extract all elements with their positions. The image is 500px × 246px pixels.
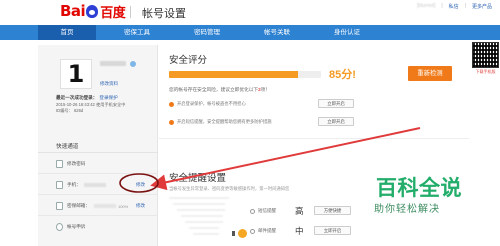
page-title: 帐号设置 bbox=[142, 8, 186, 20]
qr-code-panel[interactable]: 下载手机版 bbox=[472, 42, 499, 78]
quick-item-label: 密保邮箱： bbox=[67, 203, 90, 208]
recheck-button[interactable]: 重新检测 bbox=[408, 66, 452, 81]
reminder-label: 短信提醒 bbox=[258, 208, 276, 213]
divider bbox=[38, 215, 158, 216]
quick-item-email: 密保邮箱： 100% bbox=[56, 202, 128, 210]
score-value: 85分! bbox=[329, 69, 356, 81]
suggestion-text: 开启短信提醒，安全提醒帮助您拥有更多防护措施 bbox=[177, 119, 272, 124]
quick-item-phone: 手机： bbox=[56, 181, 106, 189]
phone-number-blurred bbox=[83, 183, 106, 187]
username-blurred bbox=[100, 61, 126, 66]
tab-identity[interactable]: 身份认证 bbox=[318, 25, 376, 40]
last-login-info: 最近一次成功登录： 登录保护 2015-10-26 16:43:42 使用手机安全… bbox=[56, 95, 156, 115]
suggestion-sms-alert: 开启短信提醒，安全提醒帮助您拥有更多防护措施 bbox=[169, 119, 272, 125]
tab-account-link[interactable]: 帐号关联 bbox=[248, 25, 306, 40]
marker-icon bbox=[232, 231, 235, 236]
radio-email[interactable] bbox=[250, 228, 255, 234]
score-progress-bar bbox=[169, 71, 321, 78]
edit-profile-link[interactable]: 修改资料 bbox=[100, 81, 155, 87]
reminder-label: 邮件提醒 bbox=[258, 228, 276, 233]
blurred-row bbox=[169, 197, 229, 199]
quick-item-appeal[interactable]: 帐号申诉 bbox=[56, 223, 85, 231]
watermark-title: 百科全说 bbox=[376, 176, 462, 200]
top-links: [blurred] | 私信 | 更多产品 bbox=[417, 3, 492, 10]
quick-item-label: 修改密码 bbox=[67, 161, 86, 166]
verified-icon bbox=[130, 61, 136, 67]
reminder-level-high: 高 bbox=[295, 206, 304, 216]
status-dot-icon bbox=[238, 229, 247, 238]
mail-icon bbox=[56, 202, 63, 210]
user-info: 修改资料 bbox=[100, 61, 155, 87]
reminder-title: 安全提醒设置 bbox=[169, 173, 227, 184]
reminder-row-sms: 短信提醒 bbox=[250, 208, 276, 214]
messages-link[interactable]: 私信 bbox=[449, 3, 459, 10]
section-divider bbox=[159, 138, 469, 139]
divider bbox=[38, 152, 158, 153]
logo-cn-text: 百度 bbox=[100, 5, 126, 21]
suggestion-text: 开启登录保护，帐号被盗也不用担心 bbox=[177, 101, 246, 106]
quick-item-label: 手机： bbox=[67, 182, 81, 187]
security-score-title: 安全评分 bbox=[169, 55, 208, 66]
change-phone-link[interactable]: 修改 bbox=[136, 182, 145, 188]
quick-access-title: 快速通道 bbox=[56, 144, 79, 150]
reminder-subtitle: 当帐号发生异常登录、密码变更等敏感操作时，第一时间通知您 bbox=[169, 186, 290, 191]
username-link[interactable]: [blurred] bbox=[417, 3, 435, 10]
appeal-icon bbox=[56, 223, 63, 231]
main-nav: 首页 密保工具 密码管理 帐号关联 身份认证 bbox=[0, 25, 500, 40]
logo-text: Bai bbox=[60, 2, 86, 20]
logo-separator bbox=[130, 6, 131, 18]
email-extra: 100% bbox=[117, 203, 129, 209]
sms-reminder-button[interactable]: 方便快捷 bbox=[314, 206, 351, 215]
sidebar: 1 修改资料 最近一次成功登录： 登录保护 2015-10-26 16:43:42… bbox=[38, 45, 158, 246]
warning-icon bbox=[169, 101, 174, 107]
avatar[interactable]: 1 bbox=[60, 59, 92, 89]
paw-icon bbox=[86, 4, 99, 18]
email-blurred bbox=[93, 204, 116, 208]
link-separator: | bbox=[441, 3, 443, 9]
enable-sms-alert-button[interactable]: 立即开启 bbox=[318, 117, 354, 126]
top-header: Bai 百度 帐号设置 [blurred] | 私信 | 更多产品 bbox=[0, 0, 500, 24]
last-login-id: ID编号： 626d bbox=[56, 108, 84, 113]
divider bbox=[38, 194, 158, 195]
email-reminder-button[interactable]: 立即开启 bbox=[314, 226, 351, 235]
enable-login-protect-button[interactable]: 立即开启 bbox=[318, 99, 354, 108]
quick-item-label: 帐号申诉 bbox=[67, 224, 86, 229]
reminder-row-email: 邮件提醒 bbox=[250, 228, 276, 234]
blurred-row bbox=[189, 227, 219, 229]
tab-home[interactable]: 首页 bbox=[38, 25, 96, 40]
blurred-row bbox=[181, 215, 223, 217]
link-separator: | bbox=[464, 3, 466, 9]
blurred-row bbox=[173, 203, 225, 205]
score-progress-fill bbox=[169, 71, 299, 78]
blurred-row bbox=[185, 221, 223, 223]
tab-password[interactable]: 密码管理 bbox=[178, 25, 236, 40]
phone-icon bbox=[56, 181, 63, 189]
warning-icon bbox=[169, 119, 174, 125]
baidu-logo[interactable]: Bai 百度 bbox=[60, 2, 126, 21]
qr-code-icon bbox=[472, 42, 499, 68]
lock-icon bbox=[56, 160, 63, 168]
reminder-level-mid: 中 bbox=[295, 226, 304, 236]
divider bbox=[38, 173, 158, 174]
blurred-row bbox=[193, 233, 219, 235]
login-protect-link[interactable]: 登录保护 bbox=[99, 95, 117, 100]
change-email-link[interactable]: 修改 bbox=[136, 203, 145, 209]
qr-label: 下载手机版 bbox=[475, 69, 496, 74]
watermark-subtitle: 助你轻松解决 bbox=[374, 204, 440, 215]
risk-hint: 您的帐号存在安全风险，建议立即优化以下2项！ bbox=[169, 87, 271, 92]
quick-item-change-password[interactable]: 修改密码 bbox=[56, 160, 85, 168]
more-products-link[interactable]: 更多产品 bbox=[472, 3, 492, 10]
last-login-label: 最近一次成功登录： bbox=[56, 95, 98, 100]
radio-sms[interactable] bbox=[250, 208, 255, 214]
blurred-row bbox=[177, 209, 225, 211]
suggestion-login-protect: 开启登录保护，帐号被盗也不用担心 bbox=[169, 101, 246, 107]
tab-security-tools[interactable]: 密保工具 bbox=[108, 25, 166, 40]
